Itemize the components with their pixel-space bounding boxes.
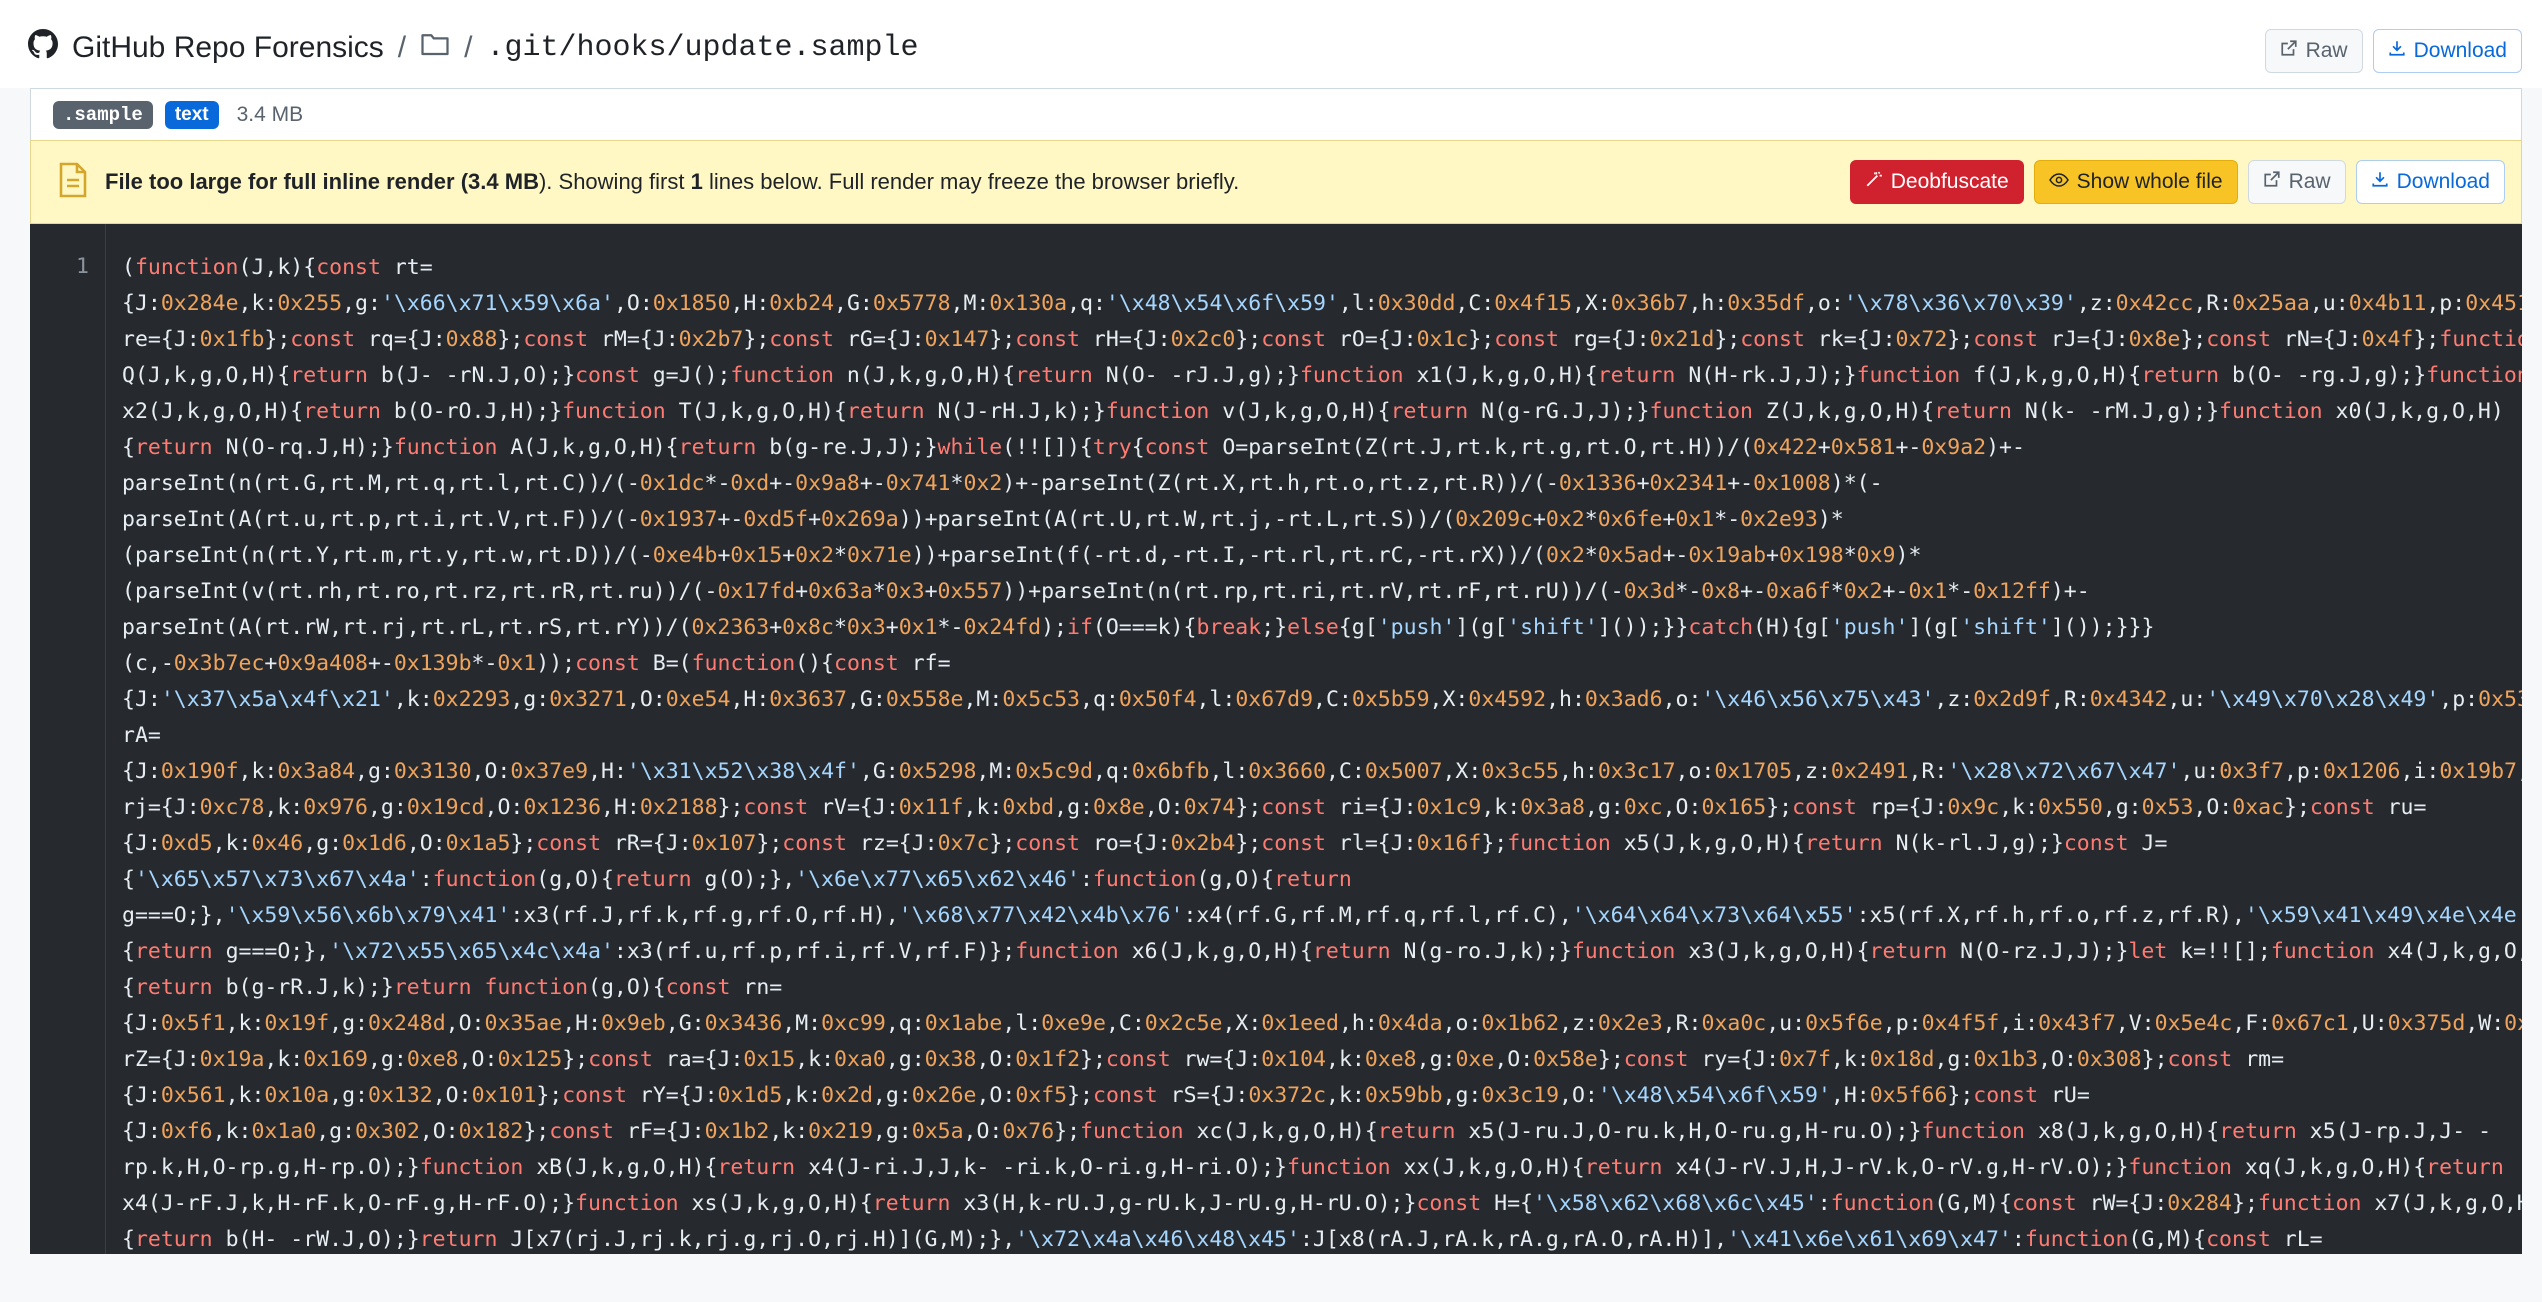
code-line: Q(J,k,g,O,H){return b(J- -rN.J,O);}const… (122, 363, 2522, 388)
folder-icon[interactable] (420, 31, 450, 65)
external-link-icon (2280, 39, 2298, 63)
code-line: (function(J,k){const rt= (122, 255, 433, 280)
code-line: x2(J,k,g,O,H){return b(O-rO.J,H);}functi… (122, 399, 2504, 424)
download-icon (2371, 170, 2389, 194)
warning-raw-label: Raw (2288, 170, 2331, 193)
code-content: (function(J,k){const rt= {J:0x284e,k:0x25… (122, 250, 2522, 1254)
page-footer-space (0, 1254, 2542, 1302)
code-line: rp.k,H,O-rp.g,H-rp.O);}function xB(J,k,g… (122, 1155, 2504, 1180)
code-line: rZ={J:0x19a,k:0x169,g:0xe8,O:0x125};cons… (122, 1047, 2285, 1072)
document-icon (59, 162, 87, 203)
warning-download-label: Download (2396, 170, 2490, 193)
file-meta-bar: .sample text 3.4 MB (30, 88, 2522, 140)
warning-download-button[interactable]: Download (2355, 160, 2505, 204)
code-line: {return g===O;},'\x72\x55\x65\x4c\x4a':x… (122, 939, 2522, 964)
breadcrumb-separator: / (464, 31, 473, 64)
deobfuscate-button[interactable]: Deobfuscate (1849, 160, 2024, 204)
file-path: .git/hooks/update.sample (486, 31, 919, 65)
line-number: 1 (30, 224, 106, 1254)
type-badge: text (164, 100, 219, 129)
code-line: {J:'\x37\x5a\x4f\x21',k:0x2293,g:0x3271,… (122, 687, 2522, 712)
extension-badge: .sample (53, 100, 153, 129)
show-whole-file-label: Show whole file (2076, 170, 2223, 193)
external-link-icon (2263, 170, 2281, 194)
code-line: parseInt(A(rt.u,rt.p,rt.i,rt.V,rt.F))/(-… (122, 507, 1844, 532)
warning-message: File too large for full inline render (3… (105, 169, 1240, 194)
code-viewer[interactable]: 1 (function(J,k){const rt= {J:0x284e,k:0x… (30, 224, 2522, 1254)
eye-icon (2048, 170, 2069, 194)
show-whole-file-button[interactable]: Show whole file (2033, 160, 2238, 204)
code-line: re={J:0x1fb};const rq={J:0x88};const rM=… (122, 327, 2522, 352)
breadcrumb-separator: / (397, 31, 407, 64)
code-line: rA= (122, 723, 161, 748)
code-line: {return b(H- -rW.J,O);}return J[x7(rj.J,… (122, 1227, 2323, 1252)
code-line: {J:0x561,k:0x10a,g:0x132,O:0x101};const … (122, 1083, 2090, 1108)
code-line: {J:0x190f,k:0x3a84,g:0x3130,O:0x37e9,H:'… (122, 759, 2522, 784)
file-size: 3.4 MB (236, 102, 304, 126)
code-line: {'\x65\x57\x73\x67\x4a':function(g,O){re… (122, 867, 1352, 892)
code-line: {J:0x5f1,k:0x19f,g:0x248d,O:0x35ae,H:0x9… (122, 1011, 2522, 1036)
code-line: (c,-0x3b7ec+0x9a408+-0x139b*-0x1));const… (122, 651, 951, 676)
deobfuscate-label: Deobfuscate (1890, 170, 2009, 193)
warning-raw-button[interactable]: Raw (2247, 160, 2346, 204)
large-file-warning: File too large for full inline render (3… (30, 140, 2522, 224)
code-line: {J:0xf6,k:0x1a0,g:0x302,O:0x182};const r… (122, 1119, 2492, 1144)
code-line: rj={J:0xc78,k:0x976,g:0x19cd,O:0x1236,H:… (122, 795, 2427, 820)
code-line: (parseInt(v(rt.rh,rt.ro,rt.rz,rt.rR,rt.r… (122, 579, 2090, 604)
download-button-label: Download (2413, 39, 2507, 62)
code-line: g===O;},'\x59\x56\x6b\x79\x41':x3(rf.J,r… (122, 903, 2522, 928)
repo-name-link[interactable]: GitHub Repo Forensics (72, 31, 384, 65)
download-button[interactable]: Download (2372, 29, 2522, 73)
code-line: (parseInt(n(rt.Y,rt.m,rt.y,rt.w,rt.D))/(… (122, 543, 1922, 568)
raw-button-label: Raw (2305, 39, 2348, 62)
code-line: {return b(g-rR.J,k);}return function(g,O… (122, 975, 783, 1000)
code-line: parseInt(A(rt.rW,rt.rj,rt.rL,rt.rS,rt.rY… (122, 615, 2155, 640)
top-bar: GitHub Repo Forensics / / .git/hooks/upd… (0, 0, 2542, 88)
download-icon (2388, 39, 2406, 63)
code-line: parseInt(n(rt.G,rt.M,rt.q,rt.l,rt.C))/(-… (122, 471, 1883, 496)
code-line: {J:0xd5,k:0x46,g:0x1d6,O:0x1a5};const rR… (122, 831, 2168, 856)
raw-button[interactable]: Raw (2264, 29, 2363, 73)
wand-icon (1865, 170, 1883, 194)
code-line: {J:0x284e,k:0x255,g:'\x66\x71\x59\x6a',O… (122, 291, 2522, 316)
breadcrumb: GitHub Repo Forensics / / .git/hooks/upd… (28, 28, 919, 68)
github-icon (28, 29, 58, 67)
code-line: {return N(O-rq.J,H);}function A(J,k,g,O,… (122, 435, 2025, 460)
code-line: x4(J-rF.J,k,H-rF.k,O-rF.g,H-rF.O);}funct… (122, 1191, 2522, 1216)
